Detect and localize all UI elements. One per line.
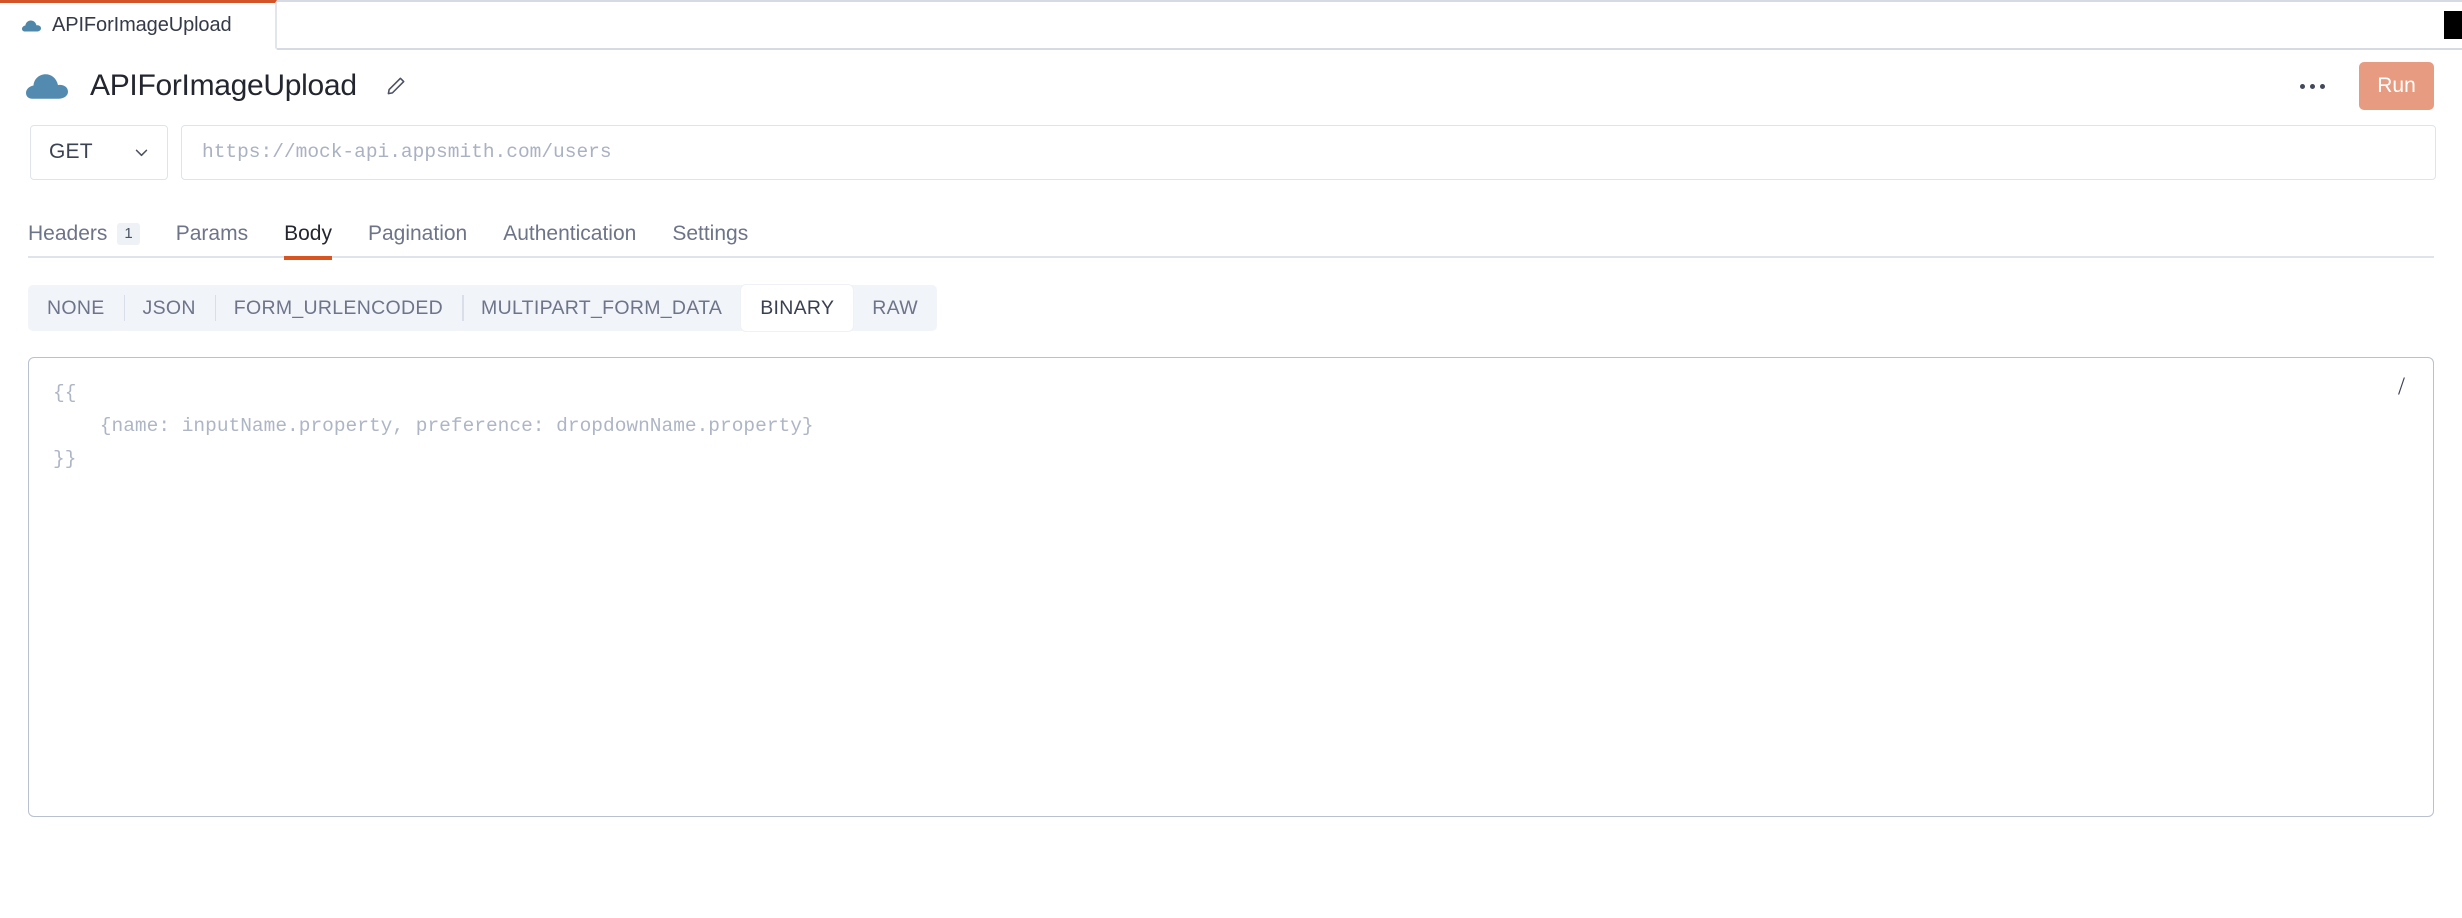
tab-body-label: Body	[284, 222, 332, 246]
editor-placeholder-text: {{ {name: inputName.property, preference…	[29, 358, 2433, 476]
tab-authentication[interactable]: Authentication	[485, 210, 654, 258]
api-header: APIForImageUpload Run	[0, 50, 2462, 122]
cloud-icon	[22, 20, 41, 32]
api-header-actions: Run	[2291, 62, 2434, 110]
body-type-binary[interactable]: BINARY	[741, 285, 853, 331]
tab-settings[interactable]: Settings	[654, 210, 766, 258]
body-type-control-wrap: NONE JSON FORM_URLENCODED MULTIPART_FORM…	[28, 285, 937, 331]
page-title: APIForImageUpload	[90, 69, 357, 103]
tab-headers-badge: 1	[117, 223, 139, 245]
tab-pagination-label: Pagination	[368, 222, 467, 246]
api-header-left: APIForImageUpload	[26, 69, 409, 103]
body-type-raw[interactable]: RAW	[853, 285, 937, 331]
tab-headers-label: Headers	[28, 222, 107, 246]
request-url-row: GET	[0, 124, 2462, 180]
body-type-segmented-control: NONE JSON FORM_URLENCODED MULTIPART_FORM…	[28, 285, 937, 331]
url-input[interactable]	[181, 125, 2436, 180]
run-button[interactable]: Run	[2359, 62, 2434, 110]
editor-tab-label: APIForImageUpload	[52, 14, 232, 37]
more-options-icon[interactable]	[2291, 69, 2333, 103]
http-method-select[interactable]: GET	[30, 125, 168, 180]
tab-params[interactable]: Params	[158, 210, 266, 258]
tab-params-label: Params	[176, 222, 248, 246]
chevron-down-icon	[133, 144, 150, 161]
editor-corner-slash-icon: /	[2398, 374, 2405, 399]
body-type-multipart-form-data[interactable]: MULTIPART_FORM_DATA	[462, 285, 741, 331]
tab-bar-empty-area	[277, 0, 2462, 50]
tab-pagination[interactable]: Pagination	[350, 210, 485, 258]
request-body-editor[interactable]: {{ {name: inputName.property, preference…	[28, 357, 2434, 817]
pencil-icon[interactable]	[383, 73, 409, 99]
body-type-form-urlencoded[interactable]: FORM_URLENCODED	[215, 285, 462, 331]
tab-settings-label: Settings	[672, 222, 748, 246]
request-config-tabs: Headers 1 Params Body Pagination Authent…	[28, 210, 2434, 258]
tab-body[interactable]: Body	[266, 210, 350, 258]
tab-headers[interactable]: Headers 1	[28, 210, 158, 258]
browser-tab-bar: APIForImageUpload	[0, 0, 2462, 50]
tab-authentication-label: Authentication	[503, 222, 636, 246]
body-type-json[interactable]: JSON	[124, 285, 215, 331]
editor-tab-apiforimageupload[interactable]: APIForImageUpload	[0, 0, 277, 50]
cloud-icon	[26, 73, 68, 100]
http-method-value: GET	[49, 140, 93, 164]
body-type-none[interactable]: NONE	[28, 285, 124, 331]
cursor-block-mark	[2444, 11, 2462, 39]
